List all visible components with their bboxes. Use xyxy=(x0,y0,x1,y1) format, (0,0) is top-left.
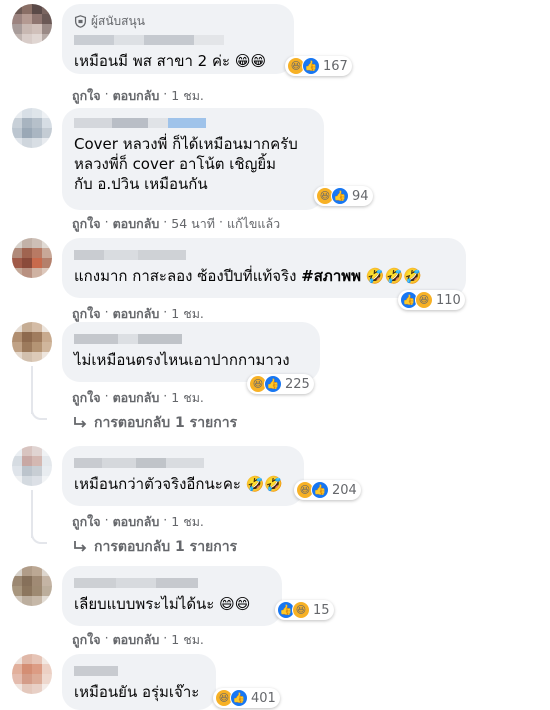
supporter-shield-icon xyxy=(74,15,87,28)
like-link[interactable]: ถูกใจ xyxy=(72,214,101,234)
reply-arrow-icon xyxy=(74,417,87,428)
reply-link[interactable]: ตอบกลับ xyxy=(113,86,160,106)
thread-connector xyxy=(31,404,47,420)
timestamp[interactable]: 1 ชม. xyxy=(171,630,204,650)
reply-link[interactable]: ตอบกลับ xyxy=(113,388,160,408)
reply-link[interactable]: ตอบกลับ xyxy=(113,512,160,532)
supporter-label: ผู้สนับสนุน xyxy=(91,14,145,28)
commenter-name-blurred[interactable] xyxy=(74,666,118,676)
avatar[interactable] xyxy=(12,238,52,278)
view-replies-link[interactable]: การตอบกลับ 1 รายการ xyxy=(72,412,237,434)
haha-reaction-icon: 😆 xyxy=(415,291,433,309)
like-reaction-icon: 👍 xyxy=(264,375,282,393)
comment-bubble: แกงมาก กาสะลอง ซ้องปีบที่แท้จริง #สภาพพ … xyxy=(62,238,466,298)
comment-text: เหมือนมี พส สาขา 2 ค่ะ 😁😁 xyxy=(74,52,267,70)
reaction-summary[interactable]: 😆 👍 225 xyxy=(247,374,314,394)
avatar[interactable] xyxy=(12,446,52,486)
commenter-name-blurred[interactable] xyxy=(74,458,204,468)
view-replies-link[interactable]: การตอบกลับ 1 รายการ xyxy=(72,536,237,558)
reply-link[interactable]: ตอบกลับ xyxy=(113,214,160,234)
rofl-emoji-icon: 🤣🤣🤣 xyxy=(365,267,422,285)
reaction-count: 401 xyxy=(251,690,276,706)
commenter-name-blurred[interactable] xyxy=(74,334,182,344)
commenter-name-blurred[interactable] xyxy=(74,118,206,128)
reply-arrow-icon xyxy=(74,541,87,552)
timestamp[interactable]: 1 ชม. xyxy=(171,512,204,532)
comment-actions: ถูกใจ · ตอบกลับ · 1 ชม. xyxy=(72,304,204,324)
like-reaction-icon: 👍 xyxy=(302,57,320,75)
reaction-count: 94 xyxy=(352,188,369,204)
reaction-count: 15 xyxy=(313,602,330,618)
like-link[interactable]: ถูกใจ xyxy=(72,388,101,408)
replies-count-label: การตอบกลับ 1 รายการ xyxy=(94,539,238,555)
comment-actions: ถูกใจ · ตอบกลับ · 1 ชม. xyxy=(72,388,204,408)
like-link[interactable]: ถูกใจ xyxy=(72,86,101,106)
comment-bubble: เหมือนยัน อรุ่มเจ๊าะ xyxy=(62,654,216,710)
smile-emoji-icon: 😄😄 xyxy=(219,595,251,613)
like-link[interactable]: ถูกใจ xyxy=(72,630,101,650)
like-link[interactable]: ถูกใจ xyxy=(72,512,101,532)
grin-emoji-icon: 😁😁 xyxy=(234,52,267,70)
avatar[interactable] xyxy=(12,108,52,148)
like-reaction-icon: 👍 xyxy=(331,187,349,205)
comment-bubble: เลียบแบบพระไม่ได้นะ 😄😄 xyxy=(62,566,282,626)
commenter-name-blurred[interactable] xyxy=(74,578,198,588)
reaction-summary[interactable]: 👍 😆 110 xyxy=(398,290,465,310)
replies-count-label: การตอบกลับ 1 รายการ xyxy=(94,415,238,431)
comment-bubble: เหมือนกว่าตัวจริงอีกนะคะ 🤣🤣 xyxy=(62,446,304,506)
reaction-count: 110 xyxy=(436,292,461,308)
avatar[interactable] xyxy=(12,322,52,362)
comment-actions: ถูกใจ · ตอบกลับ · 1 ชม. xyxy=(72,512,204,532)
reply-link[interactable]: ตอบกลับ xyxy=(113,304,160,324)
reaction-summary[interactable]: 😆 👍 204 xyxy=(294,480,361,500)
reaction-summary[interactable]: 👍 😆 15 xyxy=(275,600,334,620)
supporter-badge: ผู้สนับสนุน xyxy=(74,12,282,31)
reaction-summary[interactable]: 😆 👍 401 xyxy=(213,688,280,708)
edited-label[interactable]: แก้ไขแล้ว xyxy=(227,214,280,234)
like-reaction-icon: 👍 xyxy=(230,689,248,707)
like-reaction-icon: 👍 xyxy=(311,481,329,499)
commenter-name-blurred[interactable] xyxy=(74,250,186,260)
comment-actions: ถูกใจ · ตอบกลับ · 54 นาที · แก้ไขแล้ว xyxy=(72,214,280,234)
rofl-emoji-icon: 🤣🤣 xyxy=(245,475,284,493)
timestamp[interactable]: 1 ชม. xyxy=(171,86,204,106)
reaction-count: 167 xyxy=(323,58,348,74)
comment-text: เหมือนยัน อรุ่มเจ๊าะ xyxy=(74,683,200,701)
comment-text: เลียบแบบพระไม่ได้นะ 😄😄 xyxy=(74,595,251,613)
comment-text: เหมือนกว่าตัวจริงอีกนะคะ 🤣🤣 xyxy=(74,475,284,493)
reaction-count: 204 xyxy=(332,482,357,498)
comment-text: แกงมาก กาสะลอง ซ้องปีบที่แท้จริง #สภาพพ … xyxy=(74,267,422,285)
comment-bubble: ผู้สนับสนุน เหมือนมี พส สาขา 2 ค่ะ 😁😁 xyxy=(62,4,294,74)
avatar[interactable] xyxy=(12,4,52,44)
comment-text: Cover หลวงพี่ ก็ได้เหมือนมากครับ หลวงพี่… xyxy=(74,135,298,193)
comment-actions: ถูกใจ · ตอบกลับ · 1 ชม. xyxy=(72,86,204,106)
haha-reaction-icon: 😆 xyxy=(292,601,310,619)
thread-connector xyxy=(31,528,47,544)
hashtag-link[interactable]: #สภาพพ xyxy=(301,267,361,285)
timestamp[interactable]: 54 นาที xyxy=(171,214,215,234)
reaction-summary[interactable]: 😆 👍 167 xyxy=(285,56,352,76)
reaction-summary[interactable]: 😆 👍 94 xyxy=(314,186,373,206)
like-link[interactable]: ถูกใจ xyxy=(72,304,101,324)
comment-bubble: Cover หลวงพี่ ก็ได้เหมือนมากครับ หลวงพี่… xyxy=(62,108,324,210)
avatar[interactable] xyxy=(12,566,52,606)
reaction-count: 225 xyxy=(285,376,310,392)
comment-bubble: ไม่เหมือนตรงไหนเอาปากกามาวง xyxy=(62,322,320,382)
avatar[interactable] xyxy=(12,654,52,694)
comment-actions: ถูกใจ · ตอบกลับ · 1 ชม. xyxy=(72,630,204,650)
timestamp[interactable]: 1 ชม. xyxy=(171,388,204,408)
comment-text: ไม่เหมือนตรงไหนเอาปากกามาวง xyxy=(74,351,290,369)
reply-link[interactable]: ตอบกลับ xyxy=(113,630,160,650)
timestamp[interactable]: 1 ชม. xyxy=(171,304,204,324)
commenter-name-blurred[interactable] xyxy=(74,35,224,45)
